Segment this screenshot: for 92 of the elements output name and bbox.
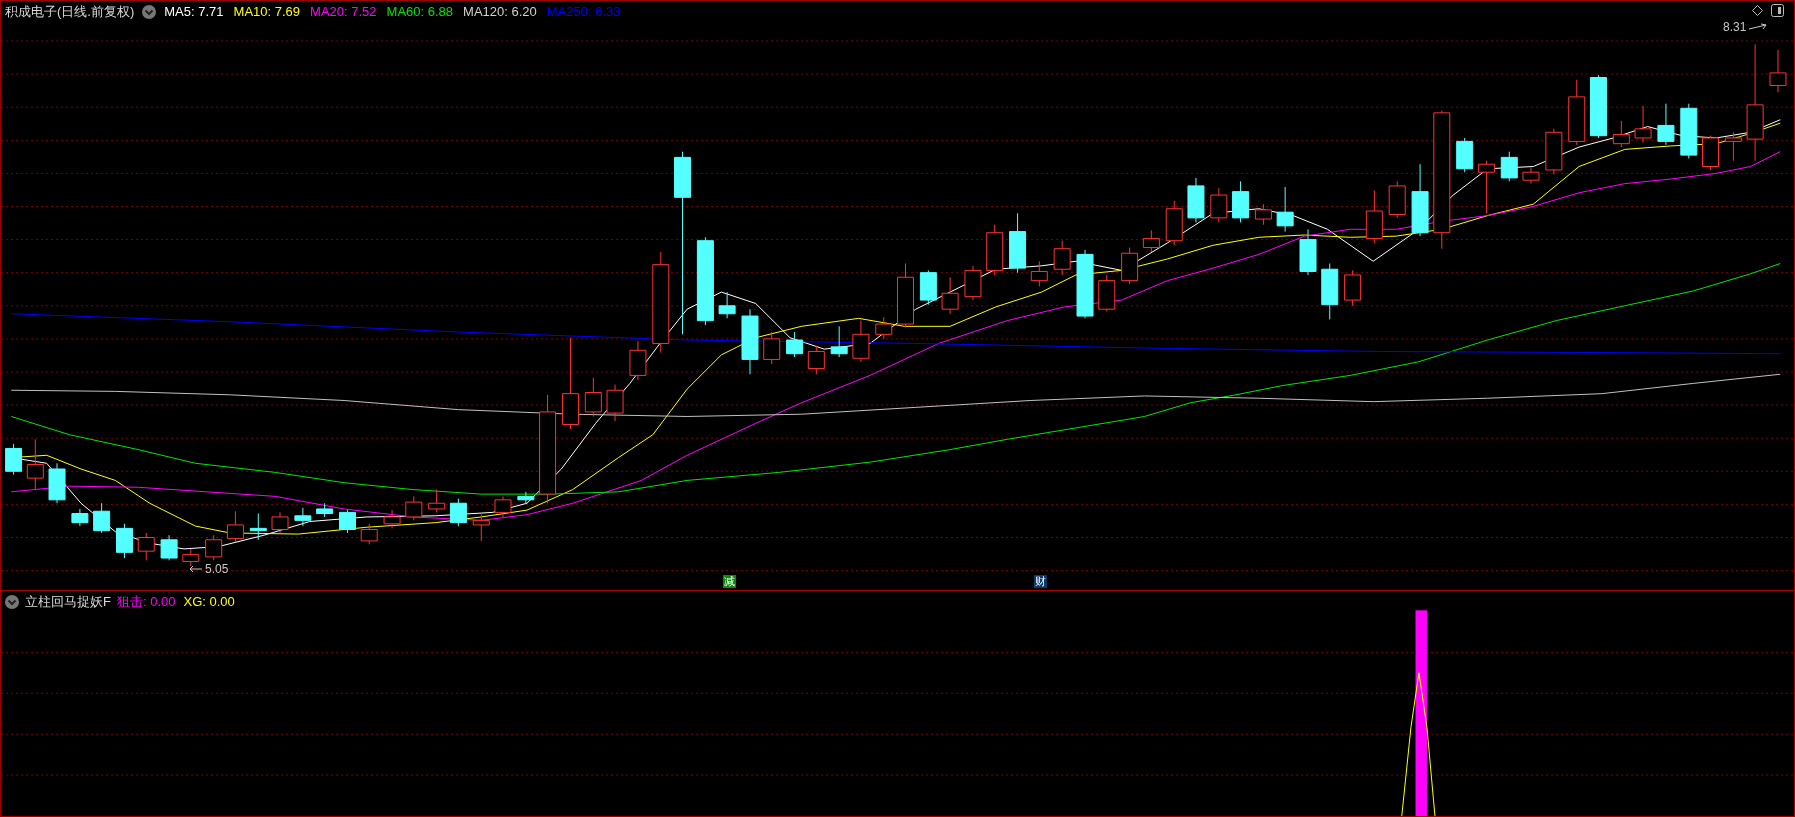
diamond-icon[interactable] — [1752, 5, 1763, 16]
indicator-value: XG: 0.00 — [183, 593, 235, 611]
candlestick — [1276, 186, 1294, 233]
event-marker[interactable]: 减 — [723, 575, 736, 588]
moving-average-value: MA10: 7.69 — [233, 3, 301, 21]
candlestick — [494, 495, 512, 518]
moving-average-value: MA120: 6.20 — [463, 3, 537, 21]
candlestick — [160, 534, 178, 561]
candlestick — [807, 345, 825, 375]
arrow-icon — [1748, 23, 1769, 31]
candlestick — [1076, 249, 1094, 319]
indicator-value: 狙击: 0.00 — [116, 593, 176, 611]
candlestick — [1568, 79, 1586, 146]
candlestick — [718, 291, 736, 319]
candlestick — [919, 269, 937, 306]
low-price-label: 5.05 — [205, 561, 229, 578]
candlestick — [786, 331, 804, 358]
candlestick — [26, 438, 44, 491]
candlestick — [584, 377, 602, 417]
candlestick — [1769, 49, 1787, 93]
candlestick — [1142, 229, 1160, 253]
collapse-icon[interactable] — [5, 595, 19, 609]
candlestick — [449, 498, 467, 527]
candlestick — [472, 514, 490, 542]
candlestick — [249, 513, 267, 541]
candlestick — [1680, 103, 1698, 159]
candlestick — [964, 265, 982, 301]
candlestick — [629, 340, 647, 381]
candlestick — [137, 532, 155, 561]
collapse-icon[interactable] — [142, 5, 157, 19]
candlestick — [1365, 190, 1383, 244]
candlestick — [1477, 160, 1495, 214]
candlestick — [1165, 200, 1183, 246]
candlestick — [941, 276, 959, 315]
candlestick — [1299, 228, 1317, 276]
candlestick — [1344, 269, 1362, 307]
candlestick — [830, 325, 848, 358]
candlestick — [1254, 203, 1272, 226]
candlestick — [1522, 167, 1540, 185]
candlestick — [1210, 187, 1228, 223]
candlestick — [1456, 137, 1474, 173]
candlestick — [428, 489, 446, 513]
moving-average-value: MA60: 6.88 — [386, 3, 454, 21]
candlestick — [338, 509, 356, 534]
candlestick — [1589, 74, 1607, 139]
candlestick — [606, 384, 624, 422]
candlestick — [1634, 105, 1652, 144]
candlestick — [1545, 128, 1563, 175]
high-price-label: 8.31 — [1723, 19, 1747, 36]
indicator-title: 立柱回马捉妖F — [25, 593, 111, 611]
arrow-icon — [189, 565, 203, 573]
candlestick — [852, 320, 870, 363]
candlestick — [116, 523, 133, 559]
candlestick — [182, 548, 200, 567]
candlestick — [741, 308, 759, 375]
candlestick — [986, 224, 1004, 276]
chart-title: 积成电子(日线.前复权) — [5, 3, 135, 21]
candlestick — [1657, 103, 1675, 146]
moving-average-value: MA250: 6.33 — [546, 3, 621, 21]
candlestick — [517, 491, 535, 504]
candlestick — [763, 331, 781, 365]
candlestick — [1388, 180, 1406, 219]
candlestick — [1121, 247, 1139, 285]
candlestick — [1321, 263, 1339, 320]
candlestick — [93, 502, 111, 534]
candlestick — [1030, 260, 1048, 287]
candlestick — [271, 511, 289, 534]
candlestick — [1232, 180, 1250, 223]
candlestick — [405, 495, 423, 521]
candlestick — [48, 462, 66, 504]
candlestick — [1612, 120, 1630, 148]
candlestick — [316, 502, 334, 518]
moving-average-value: MA5: 7.71 — [164, 3, 224, 21]
candlestick — [1053, 240, 1071, 276]
candlestick — [5, 443, 23, 476]
candlestick — [205, 534, 223, 561]
candlestick — [360, 523, 378, 545]
candlestick — [71, 508, 89, 527]
panel-toggle-icon[interactable] — [1771, 4, 1784, 17]
candlestick — [1702, 135, 1720, 171]
moving-average-value: MA20: 7.52 — [310, 3, 377, 21]
candlestick — [226, 510, 244, 543]
candlestick — [897, 263, 914, 328]
candlestick — [294, 507, 312, 527]
candlestick — [875, 316, 893, 340]
candlestick — [1098, 274, 1116, 312]
event-marker[interactable]: 财 — [1034, 575, 1047, 588]
candlestick — [1500, 151, 1518, 182]
candlestick — [383, 509, 401, 529]
candlestick — [1187, 177, 1205, 223]
candlestick — [1724, 131, 1742, 162]
candlestick — [1009, 212, 1027, 274]
